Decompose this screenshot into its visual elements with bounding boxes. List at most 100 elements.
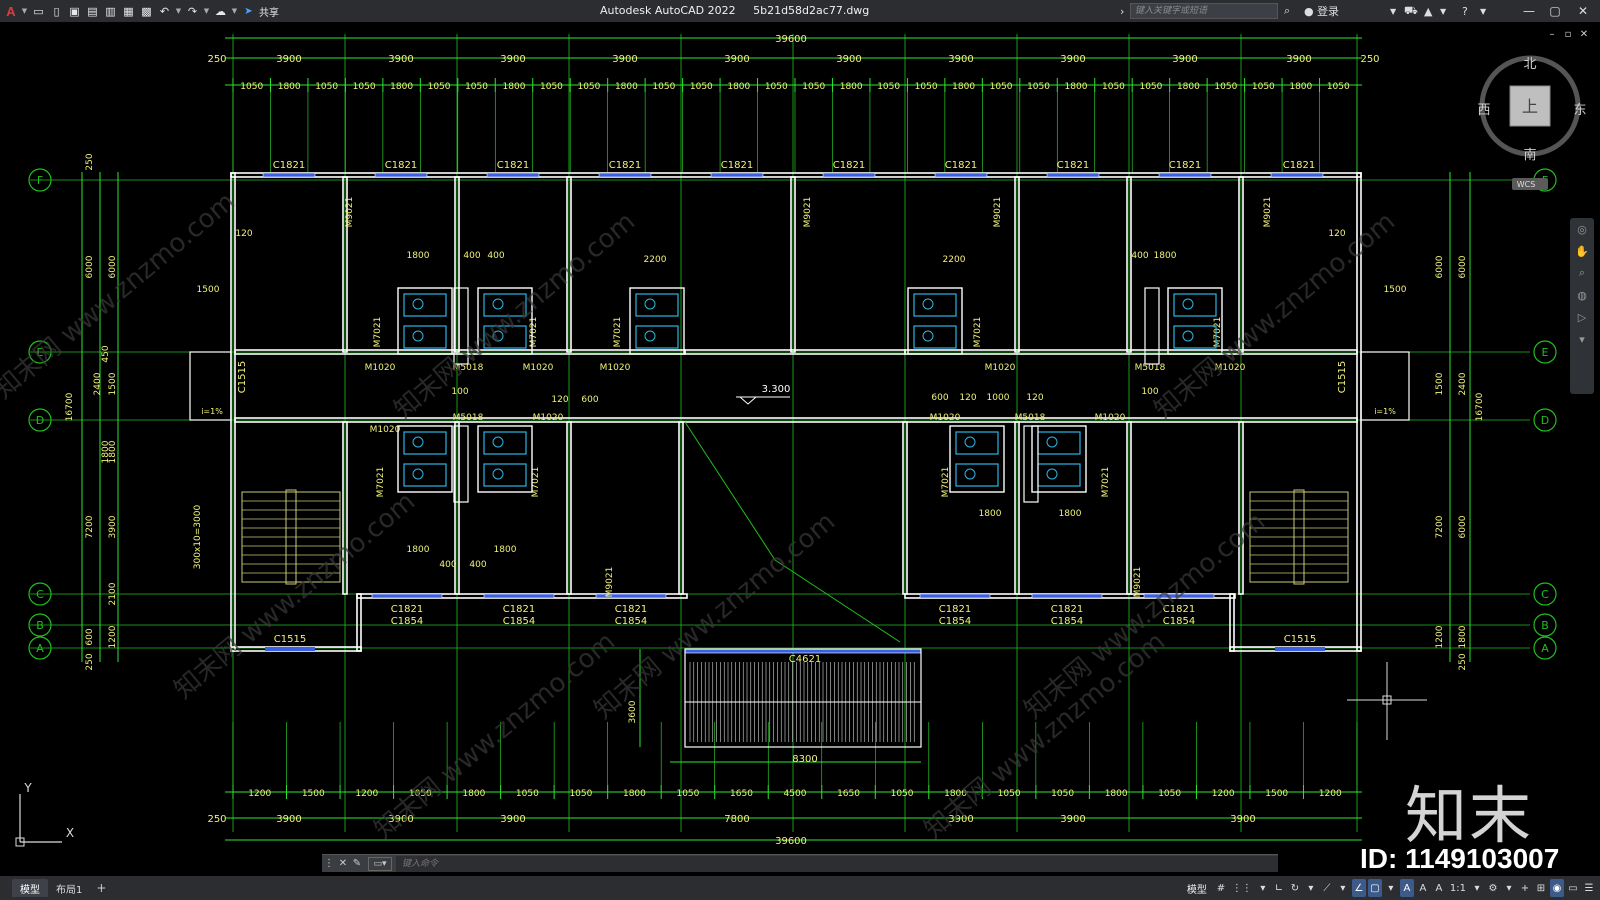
object-snap-tracking-icon[interactable]: ∠ — [1351, 879, 1366, 897]
dim-text-top-bay: 3900 — [836, 54, 861, 65]
dim-text-left: 6000 — [85, 255, 95, 278]
chevron-down-icon[interactable]: ▾ — [1502, 879, 1516, 897]
dim-text-bottom-sub: 1500 — [1265, 789, 1288, 799]
annotation-visibility-icon[interactable]: A — [1399, 879, 1414, 897]
cloud-save-icon[interactable]: ▥ — [103, 4, 118, 19]
dim-text-left: 1500 — [108, 372, 118, 395]
auto-scale-icon[interactable]: A — [1416, 879, 1430, 897]
window-label-bottom: C1821 — [939, 604, 971, 615]
redo-icon[interactable]: ↷ — [185, 4, 200, 19]
chevron-down-icon[interactable]: ▾ — [1336, 879, 1350, 897]
viewport-close-icon[interactable]: ✕ — [1578, 28, 1590, 40]
dim-text-right: 16700 — [1475, 392, 1485, 421]
polar-icon[interactable]: ↻ — [1288, 879, 1302, 897]
help-icon[interactable]: ? — [1462, 0, 1468, 22]
customize-icon[interactable]: ✎ — [350, 856, 364, 872]
minimize-button[interactable]: — — [1518, 0, 1540, 22]
clean-screen-icon[interactable]: ▭ — [1566, 879, 1580, 897]
chevron-down-icon[interactable]: ▼ — [231, 4, 238, 19]
chevron-down-icon[interactable]: ▼ — [21, 4, 28, 19]
recent-commands-button[interactable]: ▭▾ — [368, 856, 392, 871]
viewport-minimize-icon[interactable]: – — [1546, 28, 1558, 40]
bathroom-block — [477, 425, 533, 493]
showmotion-icon[interactable]: ▷ — [1570, 306, 1594, 328]
navigation-bar: ◎ ✋ ⌕ ◍ ▷ ▾ — [1570, 218, 1594, 394]
isodraft-icon[interactable]: ⟋ — [1320, 879, 1334, 897]
floor-plan-svg[interactable]: FFEEDDCCBBAA3960025025039003900390039003… — [0, 22, 1600, 852]
share-button[interactable]: 共享 — [259, 4, 279, 19]
cart-icon[interactable]: ⛟ — [1404, 0, 1418, 22]
chevron-down-icon[interactable]: ▾ — [1256, 879, 1270, 897]
chevron-down-icon[interactable]: ▾ — [1384, 879, 1398, 897]
annotation-scale-value[interactable]: 1:1 — [1448, 879, 1468, 897]
pan-icon[interactable]: ✋ — [1570, 240, 1594, 262]
chevron-down-icon[interactable]: ▾ — [1470, 879, 1484, 897]
window-label-bottom: C1821 — [615, 604, 647, 615]
maximize-button[interactable]: ▢ — [1544, 0, 1566, 22]
zoom-icon[interactable]: ⌕ — [1570, 262, 1594, 284]
dim-text-bottom-sub: 1200 — [248, 789, 271, 799]
dim-text-left: 16700 — [65, 392, 75, 421]
chevron-down-icon[interactable]: ▼ — [1390, 0, 1396, 22]
bathroom-block — [397, 425, 453, 493]
command-input[interactable] — [396, 855, 1278, 872]
dim-text-bottom-bay: 3900 — [500, 814, 525, 825]
chevron-down-icon[interactable]: ▼ — [1480, 0, 1486, 22]
isolate-objects-icon[interactable]: ◉ — [1550, 879, 1564, 897]
autodesk-app-icon[interactable]: ▲ — [1424, 0, 1432, 22]
login-button[interactable]: 登录 — [1317, 0, 1339, 22]
dim-text-top-sub: 1050 — [1139, 82, 1162, 92]
tab-layout1[interactable]: 布局1 — [48, 879, 90, 897]
watermark-logo: 知末 — [1405, 779, 1534, 852]
chevron-right-icon[interactable]: › — [1120, 0, 1124, 22]
hardware-acceleration-icon[interactable]: ⊞ — [1534, 879, 1548, 897]
tab-model[interactable]: 模型 — [12, 879, 48, 897]
bathtub — [403, 463, 447, 487]
saveas-icon[interactable]: ▤ — [85, 4, 100, 19]
plot-preview-icon[interactable]: ▦ — [121, 4, 136, 19]
app-menu-button[interactable]: A — [4, 4, 18, 19]
full-navigation-wheel-icon[interactable]: ◎ — [1570, 218, 1594, 240]
window-bottom — [483, 593, 555, 599]
model-space-button[interactable]: 模型 — [1182, 881, 1212, 896]
dim-text-misc: 120 — [1026, 393, 1043, 403]
grid-icon[interactable]: # — [1214, 879, 1228, 897]
open-icon[interactable]: ▯ — [49, 4, 64, 19]
snap-icon[interactable]: ⋮⋮ — [1230, 879, 1254, 897]
object-snap-icon[interactable]: ▢ — [1367, 879, 1382, 897]
add-layout-icon[interactable]: + — [90, 881, 112, 895]
user-icon[interactable]: ● — [1304, 0, 1314, 22]
drag-handle-icon[interactable]: ⋮ — [322, 856, 336, 872]
toilet-fixture — [492, 436, 504, 448]
chevron-down-icon[interactable]: ▾ — [1304, 879, 1318, 897]
viewport-restore-icon[interactable]: ▫ — [1562, 28, 1574, 40]
sink-fixture — [644, 330, 656, 342]
annotation-scale-icon[interactable]: A — [1432, 879, 1446, 897]
chevron-down-icon[interactable]: ▼ — [203, 4, 210, 19]
ortho-icon[interactable]: ∟ — [1272, 879, 1286, 897]
plus-icon[interactable]: + — [1518, 879, 1532, 897]
customization-menu-icon[interactable]: ☰ — [1582, 879, 1596, 897]
drawing-canvas[interactable]: FFEEDDCCBBAA3960025025039003900390039003… — [0, 22, 1600, 852]
print-icon[interactable]: ▩ — [139, 4, 154, 19]
status-toolbar: 模型 # ⋮⋮ ▾ ∟ ↻ ▾ ⟋ ▾ ∠ ▢ ▾ A A A 1:1 ▾ ⚙ … — [1182, 876, 1596, 900]
window-label-top: C1821 — [945, 160, 977, 171]
chevron-down-icon[interactable]: ▼ — [1440, 0, 1446, 22]
share-icon[interactable]: ➤ — [241, 4, 256, 19]
orbit-icon[interactable]: ◍ — [1570, 284, 1594, 306]
chevron-down-icon[interactable]: ▾ — [1570, 328, 1594, 350]
web-mobile-icon[interactable]: ☁ — [213, 4, 228, 19]
window-top — [710, 172, 764, 178]
chevron-down-icon[interactable]: ▼ — [175, 4, 182, 19]
undo-icon[interactable]: ↶ — [157, 4, 172, 19]
dim-text-misc: 1800 — [407, 545, 430, 555]
search-icon[interactable]: ⌕ — [1284, 0, 1290, 22]
gear-icon[interactable]: ⚙ — [1486, 879, 1500, 897]
close-button[interactable]: ✕ — [1572, 0, 1594, 22]
save-icon[interactable]: ▣ — [67, 4, 82, 19]
dim-text-bottom-sub: 1200 — [355, 789, 378, 799]
new-icon[interactable]: ▭ — [31, 4, 46, 19]
dim-text-bottom-sub: 4500 — [784, 789, 807, 799]
search-input[interactable]: 键入关键字或短语 — [1130, 3, 1278, 19]
close-icon[interactable]: ✕ — [336, 856, 350, 872]
